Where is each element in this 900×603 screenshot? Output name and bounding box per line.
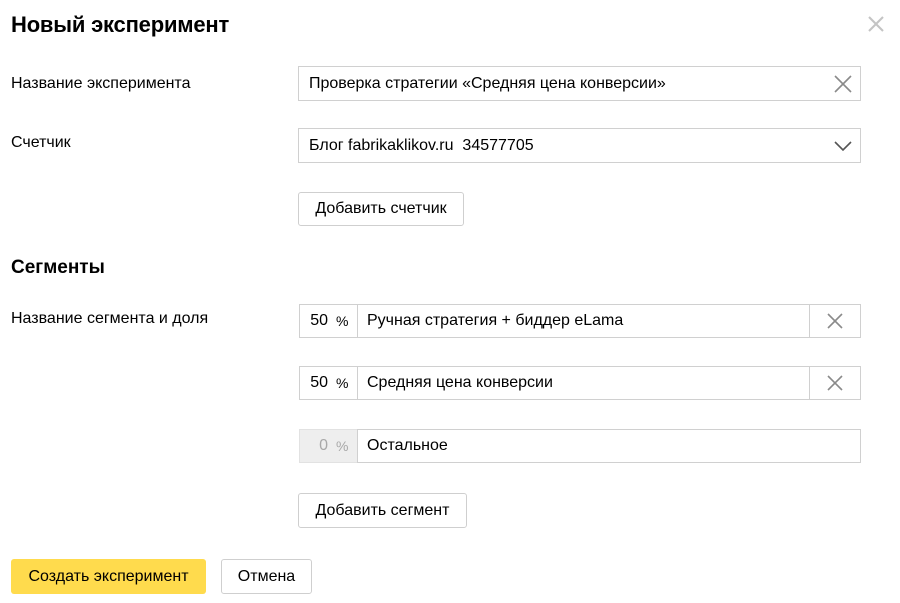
segment-row: 50 % Средняя цена конверсии <box>299 366 861 400</box>
close-icon[interactable] <box>862 10 890 38</box>
counter-label: Счетчик <box>11 134 71 151</box>
clear-icon[interactable] <box>826 67 860 100</box>
segment-name-input[interactable]: Остальное <box>357 429 861 463</box>
close-icon <box>827 313 843 329</box>
dialog-title: Новый эксперимент <box>11 12 230 37</box>
remove-segment-button[interactable] <box>810 304 861 338</box>
percent-symbol: % <box>336 375 349 391</box>
chevron-down-icon[interactable] <box>826 129 860 162</box>
segment-name-value: Ручная стратегия + биддер eLama <box>367 312 624 329</box>
add-segment-button[interactable]: Добавить сегмент <box>298 493 467 528</box>
segment-share-input-disabled: 0 % <box>299 429 357 463</box>
percent-symbol: % <box>336 438 349 454</box>
counter-select-value: Блог fabrikaklikov.ru 34577705 <box>309 136 534 154</box>
segment-name-value: Остальное <box>367 437 448 454</box>
segment-name-value: Средняя цена конверсии <box>367 374 553 391</box>
add-counter-button[interactable]: Добавить счетчик <box>298 192 464 226</box>
percent-symbol: % <box>336 313 349 329</box>
close-icon <box>827 375 843 391</box>
segment-name-input[interactable]: Средняя цена конверсии <box>357 366 810 400</box>
counter-select[interactable]: Блог fabrikaklikov.ru 34577705 <box>298 128 861 163</box>
remove-segment-button[interactable] <box>810 366 861 400</box>
segment-share-input[interactable]: 50 % <box>299 304 357 338</box>
segment-row: 0 % Остальное <box>299 429 861 463</box>
segment-share-input[interactable]: 50 % <box>299 366 357 400</box>
experiment-name-label: Название эксперимента <box>11 75 191 92</box>
segments-section-title: Сегменты <box>11 257 105 278</box>
experiment-name-input[interactable]: Проверка стратегии «Средняя цена конверс… <box>298 66 861 101</box>
create-experiment-button[interactable]: Создать эксперимент <box>11 559 206 594</box>
segment-row-label: Название сегмента и доля <box>11 310 209 327</box>
segment-name-input[interactable]: Ручная стратегия + биддер eLama <box>357 304 810 338</box>
experiment-name-value: Проверка стратегии «Средняя цена конверс… <box>309 74 666 92</box>
cancel-button[interactable]: Отмена <box>221 559 312 594</box>
segment-row: 50 % Ручная стратегия + биддер eLama <box>299 304 861 338</box>
